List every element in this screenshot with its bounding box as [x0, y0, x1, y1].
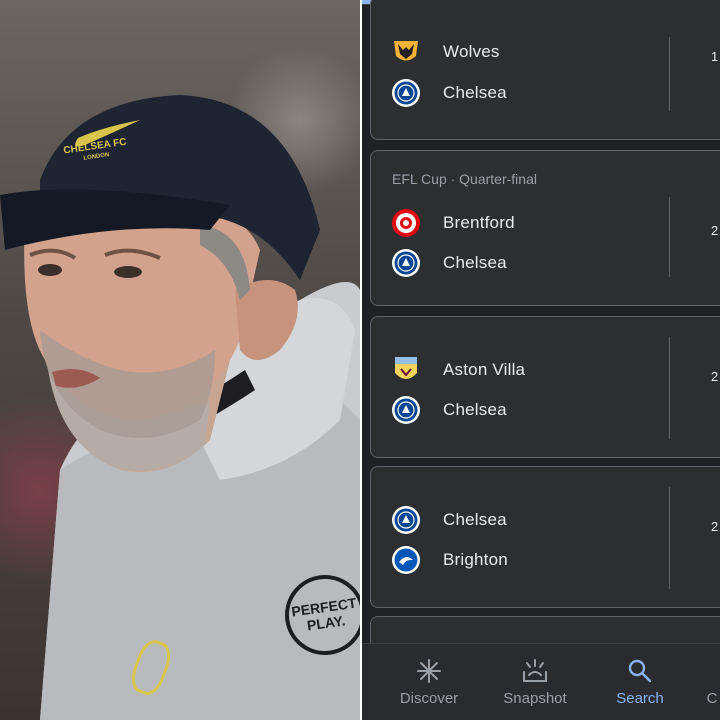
team-name: Chelsea: [443, 510, 507, 529]
brentford-crest-icon: [391, 208, 421, 238]
wolves-crest-icon: [391, 37, 421, 67]
team-name: Chelsea: [443, 83, 507, 102]
nav-label: Discover: [399, 690, 459, 707]
score-fragment: 2: [711, 223, 719, 238]
team-row: Wolves: [391, 37, 500, 67]
competition-label: EFL Cup · Quarter-final: [392, 171, 537, 187]
team-name: Aston Villa: [443, 360, 526, 379]
nav-label: Search: [616, 690, 664, 707]
team-name: Brighton: [443, 550, 508, 569]
team-row: Brighton: [391, 545, 508, 575]
team-row: Chelsea: [391, 78, 507, 108]
team-row: Chelsea: [391, 505, 507, 535]
search-results-panel: Wolves Chelsea 1 EFL Cup · Quarter-final…: [362, 0, 720, 720]
match-card[interactable]: Chelsea Brighton 2: [370, 466, 720, 608]
match-card[interactable]: Wolves Chelsea 1: [370, 0, 720, 140]
nav-label: C: [706, 690, 718, 707]
aston-villa-crest-icon: [391, 355, 421, 385]
nav-label: Snapshot: [503, 690, 567, 707]
team-row: Aston Villa: [391, 355, 525, 385]
team-row: Brentford: [391, 208, 515, 238]
chelsea-crest-icon: [391, 78, 421, 108]
search-icon: [627, 656, 653, 686]
card-divider: [669, 337, 670, 439]
nav-collections[interactable]: C: [692, 656, 720, 707]
nav-discover[interactable]: Discover: [384, 656, 474, 707]
card-divider: [669, 197, 670, 277]
team-row: Chelsea: [391, 395, 507, 425]
team-name: Chelsea: [443, 400, 507, 419]
team-name: Brentford: [443, 213, 515, 232]
chelsea-crest-icon: [391, 395, 421, 425]
match-card[interactable]: Aston Villa Chelsea 2: [370, 316, 720, 458]
asterisk-icon: [416, 656, 442, 686]
bottom-navigation: Discover Snapshot Search C: [362, 643, 720, 720]
team-name: Wolves: [443, 42, 500, 61]
manager-photo: CHELSEA FC LONDON PERFECT PLAY.: [0, 0, 360, 720]
card-divider: [669, 487, 670, 589]
card-divider: [669, 37, 670, 111]
score-fragment: 1: [711, 49, 719, 64]
team-row: Chelsea: [391, 248, 507, 278]
score-fragment: 2: [711, 369, 719, 384]
chelsea-crest-icon: [391, 248, 421, 278]
chelsea-crest-icon: [391, 505, 421, 535]
nav-snapshot[interactable]: Snapshot: [490, 656, 580, 707]
snapshot-icon: [521, 656, 549, 686]
team-name: Chelsea: [443, 253, 507, 272]
brighton-crest-icon: [391, 545, 421, 575]
match-card[interactable]: EFL Cup · Quarter-final Brentford Chelse…: [370, 150, 720, 306]
nav-search[interactable]: Search: [595, 656, 685, 707]
score-fragment: 2: [711, 519, 719, 534]
